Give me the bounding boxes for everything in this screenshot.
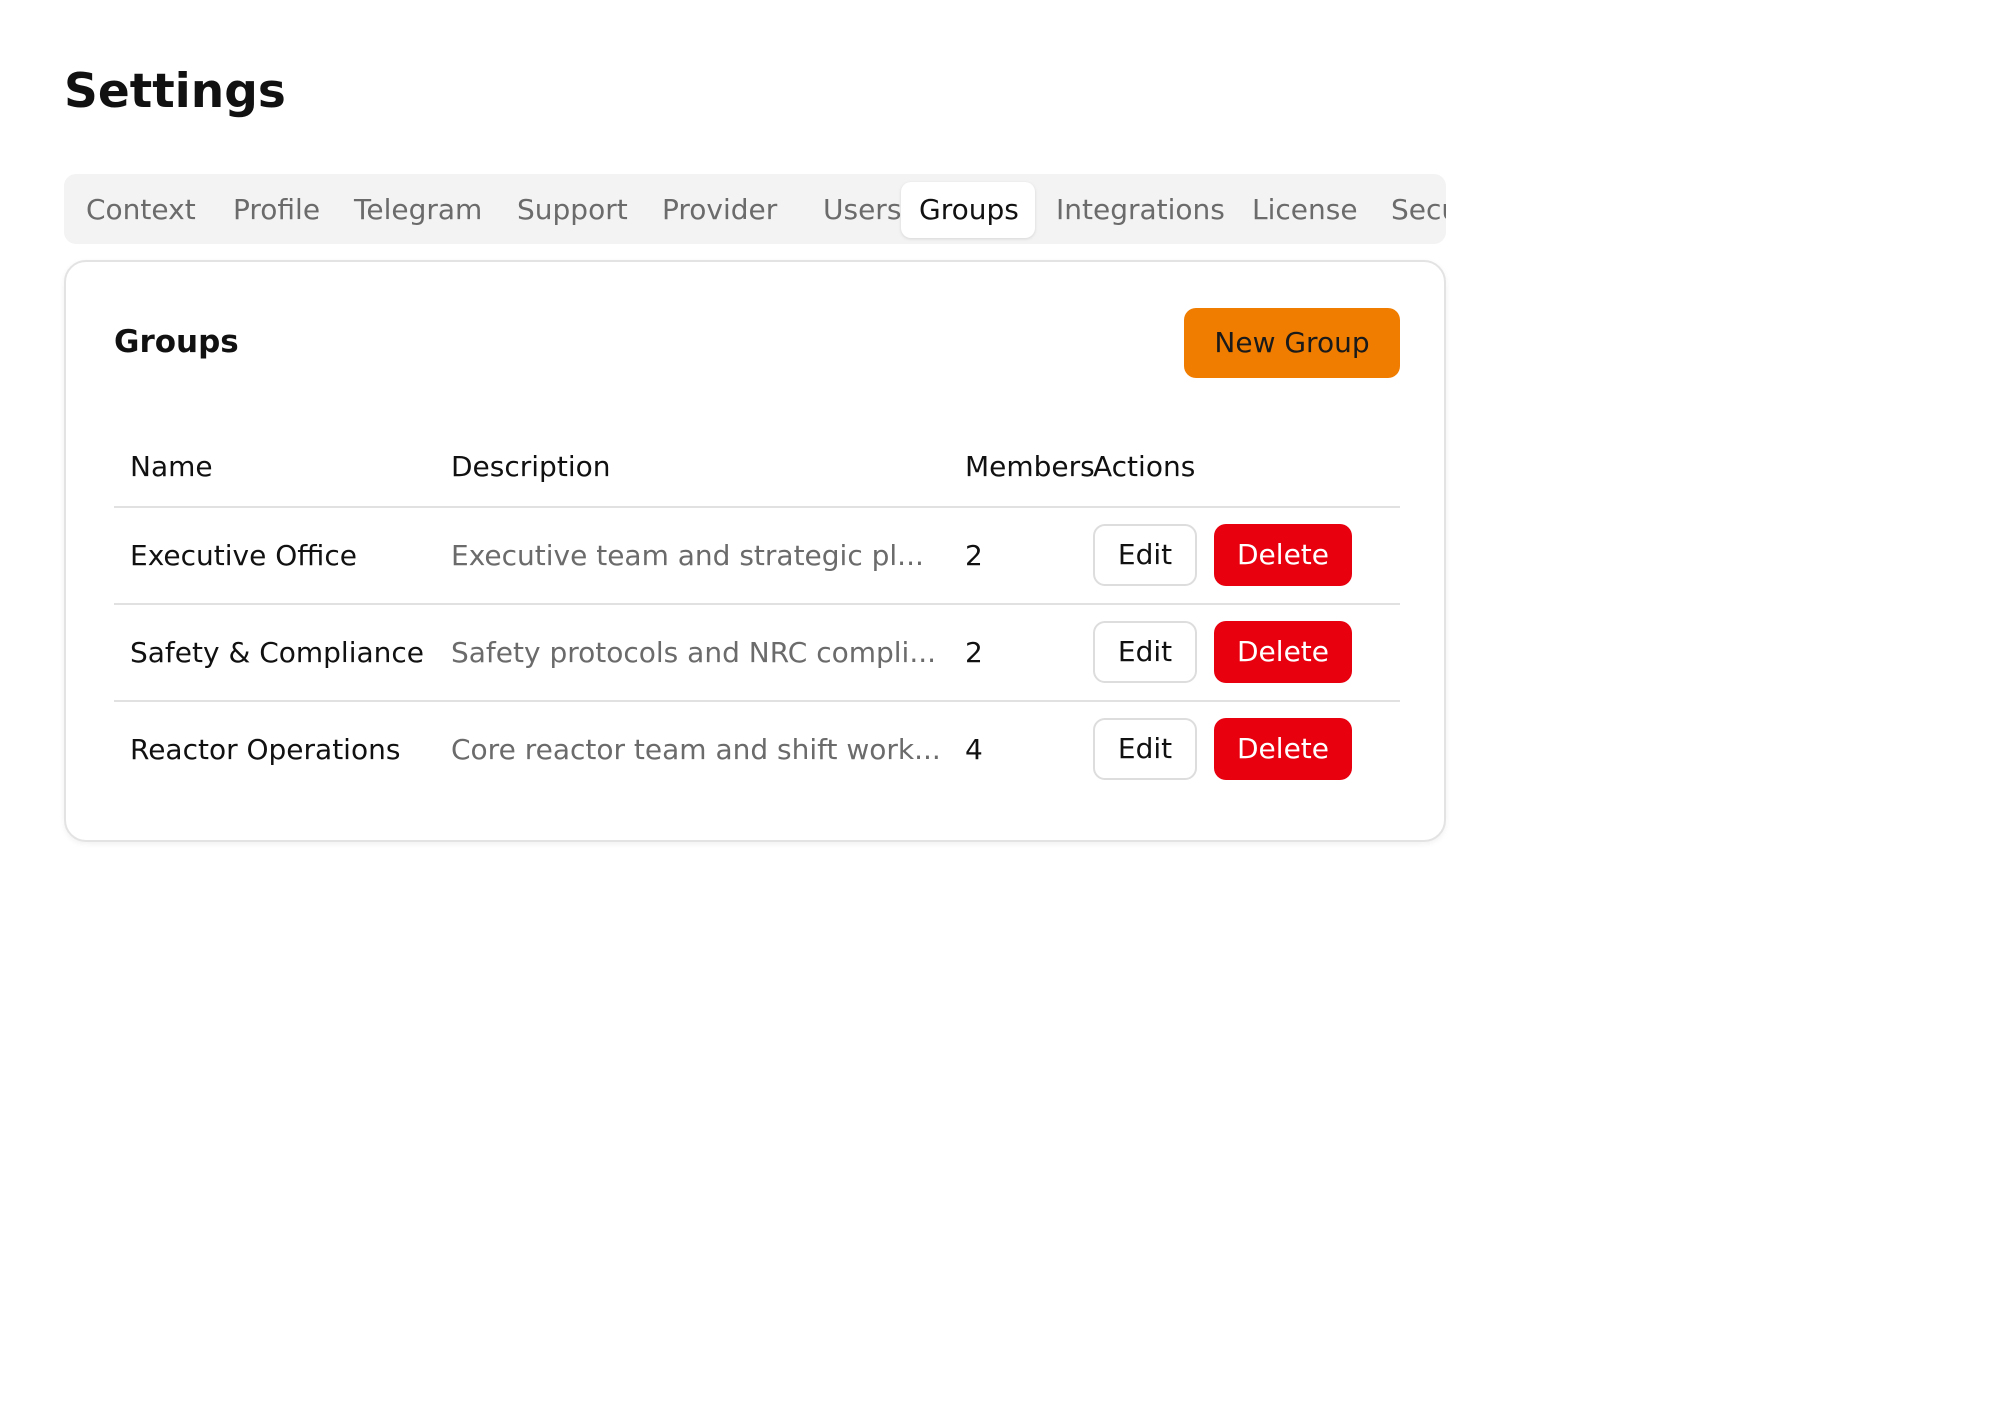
row-actions: Edit Delete [1093,605,1393,700]
tab-integrations[interactable]: Integrations [1038,182,1243,238]
settings-tabs: Context Profile Telegram Support Provide… [64,174,1446,244]
groups-table: Name Description Members Actions Executi… [114,430,1400,797]
group-description: Core reactor team and shift work... [451,733,941,766]
tab-context[interactable]: Context [68,182,214,238]
delete-button[interactable]: Delete [1214,524,1352,586]
column-header-name: Name [130,450,213,483]
tab-telegram[interactable]: Telegram [336,182,500,238]
tab-license[interactable]: License [1234,182,1376,238]
page-title: Settings [64,64,286,119]
group-description: Safety protocols and NRC compli... [451,636,937,669]
column-header-members: Members [965,450,1095,483]
group-name: Safety & Compliance [130,636,425,669]
delete-button[interactable]: Delete [1214,621,1352,683]
group-description: Executive team and strategic pl... [451,539,924,572]
group-name: Reactor Operations [130,733,401,766]
table-row: Reactor Operations Core reactor team and… [114,702,1400,797]
groups-title: Groups [114,324,239,360]
tab-support[interactable]: Support [499,182,646,238]
row-actions: Edit Delete [1093,702,1393,797]
delete-button[interactable]: Delete [1214,718,1352,780]
new-group-button[interactable]: New Group [1184,308,1400,378]
tab-profile[interactable]: Profile [215,182,338,238]
settings-page: Settings Context Profile Telegram Suppor… [0,0,2000,1406]
edit-button[interactable]: Edit [1093,621,1197,683]
group-members: 4 [965,733,983,766]
column-header-actions: Actions [1093,450,1196,483]
table-header: Name Description Members Actions [114,430,1400,508]
group-members: 2 [965,636,983,669]
group-name: Executive Office [130,539,357,572]
table-row: Safety & Compliance Safety protocols and… [114,605,1400,702]
row-actions: Edit Delete [1093,508,1393,603]
edit-button[interactable]: Edit [1093,718,1197,780]
tab-security[interactable]: Secu [1373,182,1446,238]
table-row: Executive Office Executive team and stra… [114,508,1400,605]
tab-groups[interactable]: Groups [901,182,1035,238]
column-header-description: Description [451,450,611,483]
group-members: 2 [965,539,983,572]
edit-button[interactable]: Edit [1093,524,1197,586]
groups-card: Groups New Group Name Description Member… [64,260,1446,842]
tab-provider[interactable]: Provider [644,182,795,238]
